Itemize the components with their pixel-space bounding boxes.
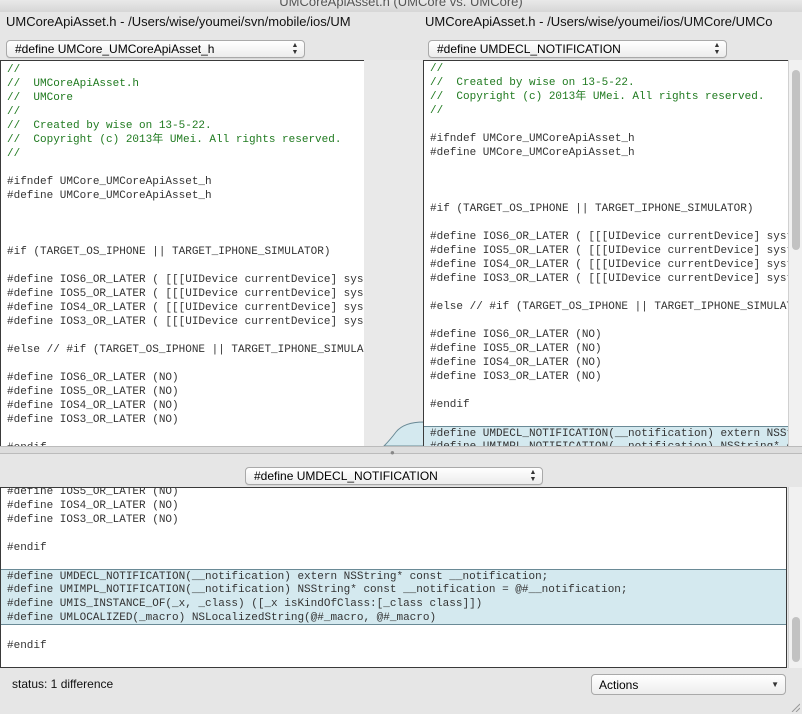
code-line[interactable]: #ifndef UMCore_UMCoreApiAsset_h <box>424 132 788 146</box>
code-line[interactable]: #else // #if (TARGET_OS_IPHONE || TARGET… <box>1 343 364 357</box>
left-code-text[interactable]: //// UMCoreApiAsset.h// UMCore//// Creat… <box>1 61 364 446</box>
code-line[interactable]: // <box>424 62 788 76</box>
code-line[interactable] <box>1 625 786 639</box>
merge-scrollbar-knob[interactable] <box>792 617 800 662</box>
code-line[interactable]: #define IOS3_OR_LATER (NO) <box>1 413 364 427</box>
code-line[interactable]: #define IOS4_OR_LATER (NO) <box>424 356 788 370</box>
popup-updown-icon: ▲ ▼ <box>291 42 299 56</box>
code-line[interactable]: #define IOS3_OR_LATER ( [[[UIDevice curr… <box>1 315 364 329</box>
right-file-path: UMCoreApiAsset.h - /Users/wise/youmei/io… <box>425 14 773 29</box>
actions-menu-button[interactable]: Actions ▼ <box>591 674 786 695</box>
window-titlebar[interactable]: UMCoreApiAsset.h (UMCore vs. UMCore) <box>0 0 802 12</box>
code-line[interactable]: #endif <box>1 541 786 555</box>
merge-function-popup-label: #define UMDECL_NOTIFICATION <box>254 469 438 483</box>
window-title: UMCoreApiAsset.h (UMCore vs. UMCore) <box>279 0 523 9</box>
diff-connector-shape <box>383 421 424 446</box>
code-line[interactable]: #define IOS5_OR_LATER ( [[[UIDevice curr… <box>424 244 788 258</box>
code-line[interactable] <box>424 216 788 230</box>
code-line[interactable]: // Created by wise on 13-5-22. <box>1 119 364 133</box>
code-line[interactable] <box>1 329 364 343</box>
code-line[interactable]: // <box>1 147 364 161</box>
code-line[interactable]: // <box>1 63 364 77</box>
code-line[interactable] <box>424 188 788 202</box>
right-function-popup[interactable]: #define UMDECL_NOTIFICATION ▲ ▼ <box>428 40 727 58</box>
code-line[interactable]: #define IOS5_OR_LATER ( [[[UIDevice curr… <box>1 287 364 301</box>
code-line[interactable]: // UMCore <box>1 91 364 105</box>
code-line[interactable] <box>1 203 364 217</box>
code-line[interactable] <box>1 217 364 231</box>
diff-code-line[interactable]: #define UMLOCALIZED(_macro) NSLocalizedS… <box>1 611 786 625</box>
right-function-popup-label: #define UMDECL_NOTIFICATION <box>437 42 621 56</box>
code-line[interactable]: #define IOS3_OR_LATER (NO) <box>424 370 788 384</box>
diff-code-line[interactable]: #define UMIS_INSTANCE_OF(_x, _class) ([_… <box>1 597 786 611</box>
code-line[interactable]: #define IOS4_OR_LATER ( [[[UIDevice curr… <box>424 258 788 272</box>
code-line[interactable] <box>1 259 364 273</box>
code-line[interactable] <box>1 427 364 441</box>
code-line[interactable]: // Copyright (c) 2013年 UMei. All rights … <box>1 133 364 147</box>
code-line[interactable]: // UMCoreApiAsset.h <box>1 77 364 91</box>
code-line[interactable]: #ifndef UMCore_UMCoreApiAsset_h <box>1 175 364 189</box>
code-line[interactable]: // <box>1 105 364 119</box>
code-line[interactable]: #define IOS6_OR_LATER (NO) <box>1 371 364 385</box>
left-code-pane[interactable]: //// UMCoreApiAsset.h// UMCore//// Creat… <box>0 60 365 447</box>
code-line[interactable]: #define IOS6_OR_LATER ( [[[UIDevice curr… <box>424 230 788 244</box>
right-vertical-scrollbar[interactable] <box>788 60 802 446</box>
code-line[interactable]: // <box>424 104 788 118</box>
chevron-down-icon: ▼ <box>771 680 779 689</box>
code-line[interactable]: #endif <box>424 398 788 412</box>
code-line[interactable]: #if (TARGET_OS_IPHONE || TARGET_IPHONE_S… <box>1 245 364 259</box>
diff-code-line[interactable]: #define UMIMPL_NOTIFICATION(__notificati… <box>1 583 786 597</box>
code-line[interactable]: #define IOS3_OR_LATER (NO) <box>1 513 786 527</box>
resize-grip-icon[interactable] <box>790 702 800 712</box>
code-line[interactable]: #define IOS6_OR_LATER (NO) <box>424 328 788 342</box>
code-line[interactable] <box>424 174 788 188</box>
code-line[interactable] <box>424 314 788 328</box>
diff-code-line[interactable]: #define UMDECL_NOTIFICATION(__notificati… <box>424 426 788 440</box>
code-line[interactable] <box>1 527 786 541</box>
code-line[interactable] <box>424 160 788 174</box>
code-line[interactable] <box>1 161 364 175</box>
code-line[interactable]: #define IOS4_OR_LATER (NO) <box>1 499 786 513</box>
code-line[interactable] <box>1 555 786 569</box>
right-code-pane[interactable]: //// Created by wise on 13-5-22.// Copyr… <box>423 60 789 447</box>
pane-splitter[interactable]: ● <box>0 446 802 457</box>
code-line[interactable]: #define UMCore_UMCoreApiAsset_h <box>424 146 788 160</box>
code-line[interactable]: #define IOS4_OR_LATER ( [[[UIDevice curr… <box>1 301 364 315</box>
code-line[interactable]: #endif <box>1 639 786 653</box>
left-file-path: UMCoreApiAsset.h - /Users/wise/youmei/sv… <box>6 14 351 29</box>
status-text: status: 1 difference <box>12 677 114 691</box>
actions-label: Actions <box>599 678 639 692</box>
code-line[interactable]: #define IOS5_OR_LATER (NO) <box>424 342 788 356</box>
code-line[interactable] <box>424 118 788 132</box>
code-line[interactable]: #if (TARGET_OS_IPHONE || TARGET_IPHONE_S… <box>424 202 788 216</box>
merge-function-popup[interactable]: #define UMDECL_NOTIFICATION ▲ ▼ <box>245 467 543 485</box>
right-code-text[interactable]: //// Created by wise on 13-5-22.// Copyr… <box>424 61 788 446</box>
merge-code-text[interactable]: #define IOS5_OR_LATER (NO) #define IOS4_O… <box>1 488 786 653</box>
code-line[interactable]: #define IOS3_OR_LATER ( [[[UIDevice curr… <box>424 272 788 286</box>
code-line[interactable] <box>424 412 788 426</box>
code-line[interactable]: #define IOS5_OR_LATER (NO) <box>1 385 364 399</box>
code-line[interactable] <box>424 286 788 300</box>
merge-code-pane[interactable]: #define IOS5_OR_LATER (NO) #define IOS4_O… <box>0 487 787 668</box>
merge-vertical-scrollbar[interactable] <box>788 487 802 668</box>
diff-gutter <box>364 60 424 446</box>
left-function-popup[interactable]: #define UMCore_UMCoreApiAsset_h ▲ ▼ <box>6 40 305 58</box>
popup-updown-icon: ▲ ▼ <box>529 469 537 483</box>
popup-updown-icon: ▲ ▼ <box>713 42 721 56</box>
code-line[interactable]: #else // #if (TARGET_OS_IPHONE || TARGET… <box>424 300 788 314</box>
splitter-grip-icon: ● <box>390 448 395 457</box>
diff-code-line[interactable]: #define UMDECL_NOTIFICATION(__notificati… <box>1 569 786 583</box>
filemerge-window: UMCoreApiAsset.h (UMCore vs. UMCore) UMC… <box>0 0 802 714</box>
code-line[interactable] <box>1 231 364 245</box>
code-line[interactable]: #define IOS6_OR_LATER ( [[[UIDevice curr… <box>1 273 364 287</box>
code-line[interactable] <box>424 384 788 398</box>
scrollbar-knob[interactable] <box>792 70 800 250</box>
code-line[interactable]: #define UMCore_UMCoreApiAsset_h <box>1 189 364 203</box>
left-function-popup-label: #define UMCore_UMCoreApiAsset_h <box>15 42 215 56</box>
code-line[interactable]: #define IOS4_OR_LATER (NO) <box>1 399 364 413</box>
code-line[interactable]: // Copyright (c) 2013年 UMei. All rights … <box>424 90 788 104</box>
code-line[interactable] <box>1 357 364 371</box>
code-line[interactable]: #define IOS5_OR_LATER (NO) <box>1 488 786 499</box>
code-line[interactable]: // Created by wise on 13-5-22. <box>424 76 788 90</box>
